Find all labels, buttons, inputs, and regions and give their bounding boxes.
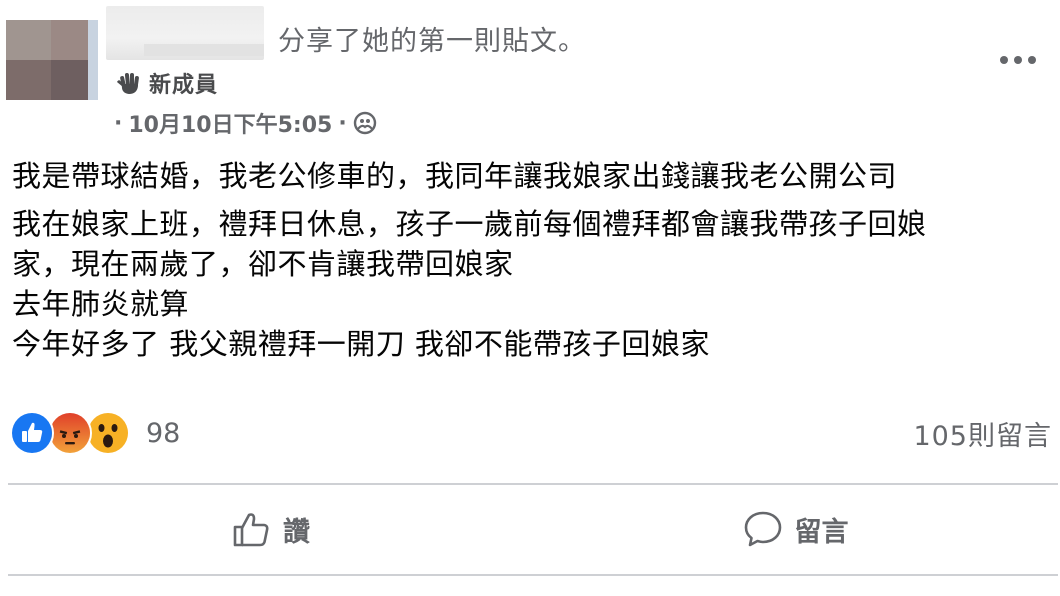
new-member-badge: 新成員 — [115, 68, 218, 98]
divider — [8, 483, 1058, 485]
comment-button[interactable]: 留言 — [533, 486, 1058, 572]
post-paragraph: 我是帶球結婚，我老公修車的，我同年讓我娘家出錢讓我老公開公司 — [12, 159, 898, 193]
comment-count-link[interactable]: 105則留言 — [913, 414, 1052, 453]
thumbs-up-icon — [233, 513, 269, 547]
badge-label: 新成員 — [149, 73, 219, 98]
post-timestamp[interactable]: 10月10日下午5:05 — [128, 107, 332, 139]
meta-separator: · — [338, 110, 347, 136]
post-line: 去年肺炎就算 — [12, 287, 190, 321]
group-icon — [353, 111, 377, 135]
like-button-label: 讚 — [283, 516, 310, 548]
comment-button-label: 留言 — [794, 516, 849, 548]
angry-reaction-icon — [48, 411, 92, 455]
more-options-button[interactable] — [994, 44, 1042, 76]
reaction-count[interactable]: 98 — [146, 418, 180, 449]
post-body: 我是帶球結婚，我老公修車的，我同年讓我娘家出錢讓我老公開公司 我在娘家上班，禮拜… — [12, 156, 1056, 364]
more-options-icon — [1000, 56, 1036, 64]
like-reaction-icon — [10, 411, 54, 455]
meta-separator: · — [114, 110, 123, 136]
like-button[interactable]: 讚 — [8, 486, 533, 572]
avatar[interactable] — [6, 20, 96, 100]
reactions-summary[interactable]: 98 — [10, 410, 180, 456]
post-meta: · 10月10日下午5:05 · — [114, 108, 377, 138]
post-action-text: 分享了她的第一則貼文。 — [278, 26, 586, 57]
avatar-edge — [88, 20, 98, 100]
waving-hand-icon — [115, 69, 143, 97]
post-line: 我在娘家上班，禮拜日休息，孩子一歲前每個禮拜都會讓我帶孩子回娘 — [12, 207, 927, 241]
post-line: 家，現在兩歲了，卻不肯讓我帶回娘家 — [12, 247, 514, 281]
wow-reaction-icon — [86, 411, 130, 455]
author-name-redacted[interactable] — [106, 6, 264, 60]
facebook-post: 分享了她的第一則貼文。 新成員 · 10月10日下午5:05 · 我是帶球結婚，… — [0, 0, 1060, 596]
post-action-bar: 讚 留言 — [8, 486, 1058, 572]
comment-bubble-icon — [744, 511, 781, 547]
post-line: 今年好多了 我父親禮拜一開刀 我卻不能帶孩子回娘家 — [12, 327, 710, 361]
divider — [8, 574, 1058, 576]
